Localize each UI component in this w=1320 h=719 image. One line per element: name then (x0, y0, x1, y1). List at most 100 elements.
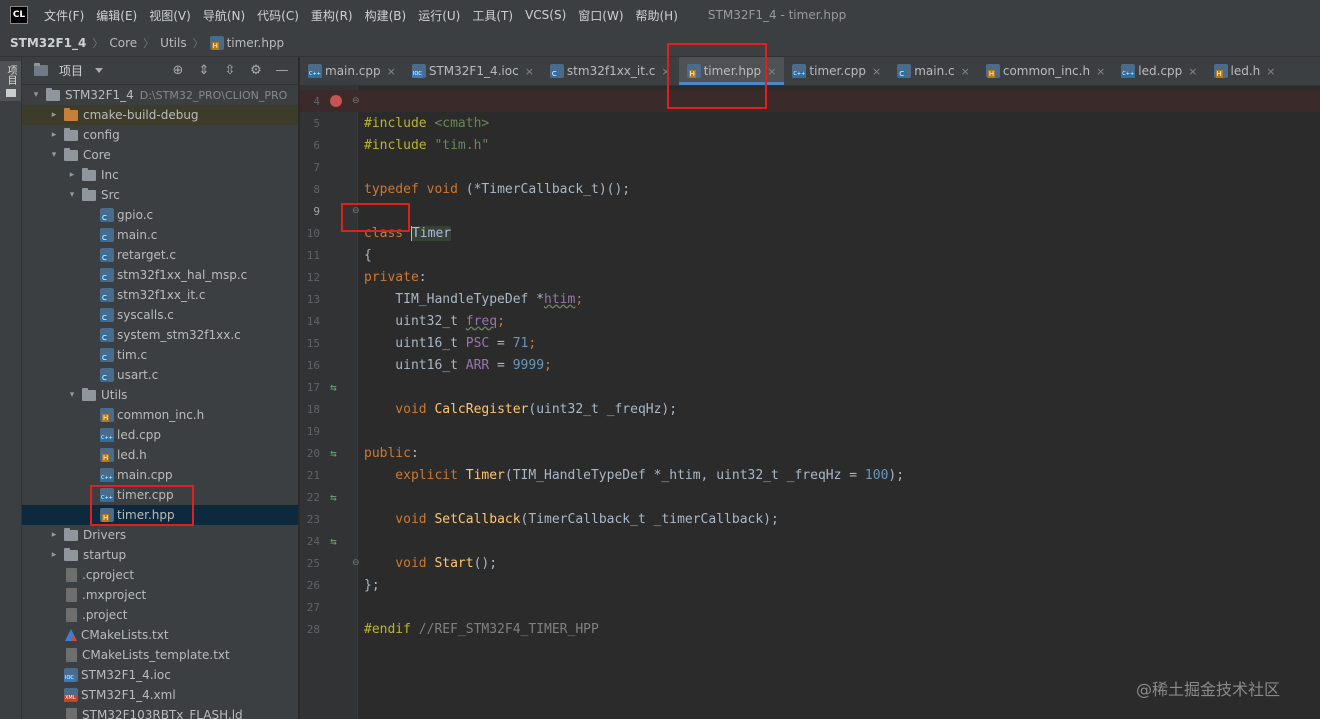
editor-tab[interactable]: led.h × (1206, 57, 1284, 85)
tree-item[interactable]: tim.c (22, 345, 298, 365)
project-tool-tab[interactable]: 项目 (0, 61, 21, 101)
clion-app-icon[interactable]: CL (10, 6, 28, 24)
tree-item[interactable]: STM32F103RBTx_FLASH.ld (22, 705, 298, 719)
tree-item[interactable]: stm32f1xx_hal_msp.c (22, 265, 298, 285)
menu-window[interactable]: 窗口(W) (572, 7, 629, 24)
breadcrumb-file[interactable]: timer.hpp (227, 36, 285, 50)
breadcrumb-core[interactable]: Core (109, 36, 137, 50)
expand-all-icon[interactable]: ⇕ (196, 63, 212, 78)
menu-code[interactable]: 代码(C) (251, 7, 305, 24)
tree-item[interactable]: gpio.c (22, 205, 298, 225)
tree-item[interactable]: stm32f1xx_it.c (22, 285, 298, 305)
chevron-down-icon[interactable]: ▾ (66, 390, 78, 400)
tree-item[interactable]: ▾ Src (22, 185, 298, 205)
code-editor[interactable]: 34⊖56789⊖1011121314151617⇆181920⇆2122⇆23… (300, 86, 1320, 719)
menu-edit[interactable]: 编辑(E) (90, 7, 143, 24)
close-icon[interactable]: × (1096, 65, 1105, 78)
menu-refactor[interactable]: 重构(R) (305, 7, 359, 24)
tree-item[interactable]: retarget.c (22, 245, 298, 265)
tree-item[interactable]: led.h (22, 445, 298, 465)
editor-tab[interactable]: common_inc.h × (978, 57, 1113, 85)
menu-run[interactable]: 运行(U) (412, 7, 466, 24)
tree-item[interactable]: syscalls.c (22, 305, 298, 325)
chevron-right-icon[interactable]: ▸ (66, 170, 78, 180)
editor-tab[interactable]: timer.cpp × (784, 57, 889, 85)
editor-tab[interactable]: led.cpp × (1113, 57, 1205, 85)
close-icon[interactable]: × (1188, 65, 1197, 78)
menu-vcs[interactable]: VCS(S) (519, 8, 572, 22)
close-icon[interactable]: × (387, 65, 396, 78)
tree-item[interactable]: .project (22, 605, 298, 625)
editor-tab[interactable]: main.cpp × (300, 57, 404, 85)
tree-item[interactable]: ▸ Inc (22, 165, 298, 185)
menu-file[interactable]: 文件(F) (38, 7, 90, 24)
tree-item[interactable]: CMakeLists.txt (22, 625, 298, 645)
close-icon[interactable]: × (872, 65, 881, 78)
tree-item[interactable]: common_inc.h (22, 405, 298, 425)
chevron-down-icon[interactable]: ▾ (48, 150, 60, 160)
chevron-down-icon[interactable]: ▾ (30, 90, 42, 100)
chevron-right-icon[interactable]: ▸ (48, 530, 60, 540)
tree-item[interactable]: .cproject (22, 565, 298, 585)
gear-icon[interactable]: ⚙ (248, 63, 264, 78)
menu-help[interactable]: 帮助(H) (630, 7, 684, 24)
tree-item[interactable]: STM32F1_4.ioc (22, 665, 298, 685)
breadcrumb-utils[interactable]: Utils (160, 36, 186, 50)
tree-item-label: startup (83, 548, 127, 562)
breakpoint-icon[interactable] (330, 95, 342, 107)
cpp-file-icon (1121, 64, 1136, 78)
annotation-box-active-tab (667, 43, 767, 109)
close-icon[interactable]: × (961, 65, 970, 78)
menu-view[interactable]: 视图(V) (143, 7, 197, 24)
close-icon[interactable]: × (525, 65, 534, 78)
menu-navigate[interactable]: 导航(N) (197, 7, 251, 24)
tree-item-label: .project (82, 608, 128, 622)
code-token: ; (497, 313, 505, 329)
tree-item[interactable]: ▸ startup (22, 545, 298, 565)
tree-item[interactable]: led.cpp (22, 425, 298, 445)
collapse-all-icon[interactable]: ⇳ (222, 63, 238, 78)
close-icon[interactable]: × (1266, 65, 1275, 78)
chevron-down-icon[interactable] (95, 68, 104, 73)
tree-item[interactable]: ▸ Drivers (22, 525, 298, 545)
project-view-icon (34, 63, 48, 76)
tree-item[interactable]: ▾ STM32F1_4 D:\STM32_PRO\CLION_PRO (22, 85, 298, 105)
hide-panel-icon[interactable]: — (274, 63, 290, 78)
code-token: (uint32_t _freqHz); (528, 401, 678, 417)
folder-icon (82, 167, 96, 181)
go-to-implementation-icon[interactable]: ⇆ (330, 535, 337, 548)
code-token: #include (364, 137, 427, 153)
tree-item[interactable]: ▸ cmake-build-debug (22, 105, 298, 125)
close-icon[interactable]: × (767, 65, 776, 78)
editor-tab[interactable]: STM32F1_4.ioc × (404, 57, 542, 85)
tree-item[interactable]: system_stm32f1xx.c (22, 325, 298, 345)
tree-item[interactable]: ▸ config (22, 125, 298, 145)
chevron-right-icon[interactable]: ▸ (48, 130, 60, 140)
go-to-implementation-icon[interactable]: ⇆ (330, 381, 337, 394)
menu-build[interactable]: 构建(B) (359, 7, 413, 24)
tree-item[interactable]: ▾ Utils (22, 385, 298, 405)
tree-item[interactable]: CMakeLists_template.txt (22, 645, 298, 665)
fold-icon[interactable]: ⊖ (352, 96, 360, 106)
locate-file-icon[interactable]: ⊕ (170, 63, 186, 78)
breadcrumb: STM32F1_4 〉 Core 〉 Utils 〉 timer.hpp (0, 30, 1320, 57)
tree-item[interactable]: STM32F1_4.xml (22, 685, 298, 705)
go-to-implementation-icon[interactable]: ⇆ (330, 491, 337, 504)
chevron-right-icon[interactable]: ▸ (48, 550, 60, 560)
tree-item-label: tim.c (117, 348, 148, 362)
editor-tab[interactable]: stm32f1xx_it.c× (542, 57, 679, 85)
tree-item[interactable]: ▾ Core (22, 145, 298, 165)
editor-tab[interactable]: main.c × (889, 57, 978, 85)
tree-item[interactable]: usart.c (22, 365, 298, 385)
chevron-right-icon[interactable]: ▸ (48, 110, 60, 120)
tree-item[interactable]: main.c (22, 225, 298, 245)
cmake-file-icon (64, 628, 78, 642)
chevron-down-icon[interactable]: ▾ (66, 190, 78, 200)
breadcrumb-project[interactable]: STM32F1_4 (10, 36, 86, 50)
code-line-20: explicit Timer(TIM_HandleTypeDef *_htim,… (300, 464, 1320, 486)
tree-item[interactable]: main.cpp (22, 465, 298, 485)
cpp-file-icon (100, 468, 114, 482)
tree-item[interactable]: .mxproject (22, 585, 298, 605)
project-panel-title[interactable]: 项目 (59, 62, 83, 79)
menu-tools[interactable]: 工具(T) (466, 7, 519, 24)
